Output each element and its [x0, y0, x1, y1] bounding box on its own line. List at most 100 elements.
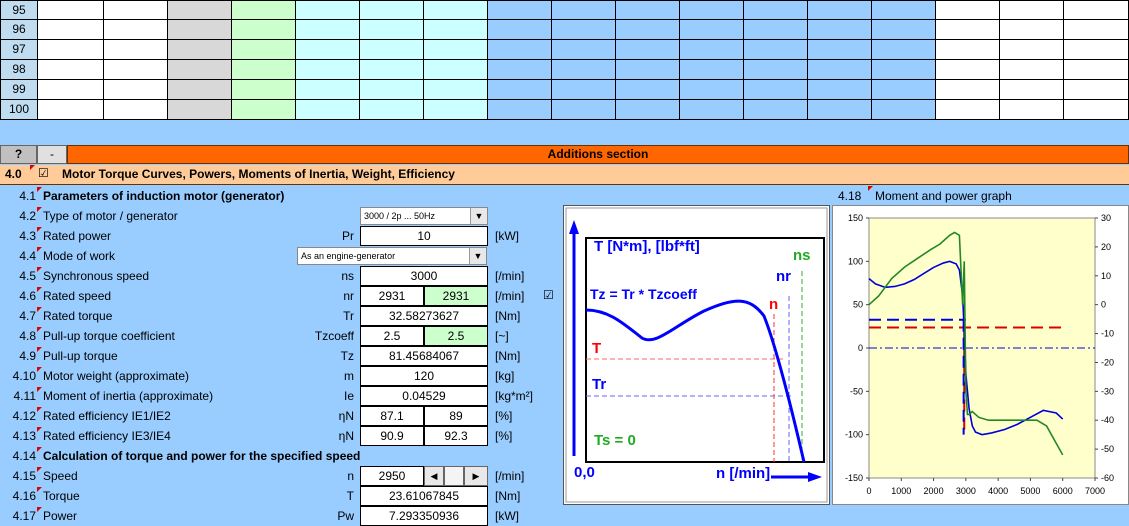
grid-cell[interactable]: [424, 80, 488, 100]
grid-cell[interactable]: [808, 40, 872, 60]
grid-cell[interactable]: [38, 40, 104, 60]
grid-cell[interactable]: [616, 60, 680, 80]
grid-cell[interactable]: [168, 100, 232, 120]
grid-cell[interactable]: [552, 60, 616, 80]
row-number[interactable]: 100: [0, 100, 38, 120]
grid-cell[interactable]: [936, 0, 1000, 20]
grid-cell[interactable]: [552, 0, 616, 20]
value-cell-secondary[interactable]: 2931: [424, 286, 488, 306]
grid-cell[interactable]: [1000, 60, 1064, 80]
grid-cell[interactable]: [1000, 40, 1064, 60]
spinner-right-button[interactable]: ▶: [464, 466, 488, 486]
grid-cell[interactable]: [936, 100, 1000, 120]
grid-cell[interactable]: [616, 40, 680, 60]
grid-cell[interactable]: [808, 0, 872, 20]
grid-cell[interactable]: [1064, 80, 1129, 100]
value-cell[interactable]: 2.5: [360, 326, 424, 346]
value-cell[interactable]: 90.9: [360, 426, 424, 446]
grid-cell[interactable]: [38, 80, 104, 100]
grid-cell[interactable]: [1064, 20, 1129, 40]
collapse-button[interactable]: -: [37, 145, 67, 164]
grid-cell[interactable]: [168, 20, 232, 40]
grid-cell[interactable]: [38, 20, 104, 40]
grid-cell[interactable]: [680, 20, 744, 40]
value-cell[interactable]: 87.1: [360, 406, 424, 426]
row-number[interactable]: 98: [0, 60, 38, 80]
value-cell[interactable]: 23.61067845: [360, 486, 488, 506]
grid-cell[interactable]: [104, 20, 168, 40]
select-mode[interactable]: As an engine-generator ▼: [297, 247, 487, 265]
grid-cell[interactable]: [616, 0, 680, 20]
rated-speed-checkbox[interactable]: ☑: [543, 288, 554, 302]
grid-cell[interactable]: [104, 100, 168, 120]
grid-cell[interactable]: [360, 0, 424, 20]
grid-cell[interactable]: [936, 20, 1000, 40]
row-number[interactable]: 96: [0, 20, 38, 40]
grid-cell[interactable]: [808, 60, 872, 80]
row-number[interactable]: 95: [0, 0, 38, 20]
value-cell[interactable]: 32.58273627: [360, 306, 488, 326]
grid-cell[interactable]: [296, 100, 360, 120]
grid-cell[interactable]: [872, 80, 936, 100]
grid-cell[interactable]: [1064, 60, 1129, 80]
grid-cell[interactable]: [872, 20, 936, 40]
grid-cell[interactable]: [616, 20, 680, 40]
grid-cell[interactable]: [104, 60, 168, 80]
grid-cell[interactable]: [872, 100, 936, 120]
value-cell[interactable]: 2950: [360, 466, 424, 486]
grid-cell[interactable]: [680, 80, 744, 100]
grid-cell[interactable]: [1064, 40, 1129, 60]
grid-cell[interactable]: [424, 100, 488, 120]
grid-cell[interactable]: [552, 20, 616, 40]
grid-cell[interactable]: [936, 40, 1000, 60]
grid-cell[interactable]: [872, 0, 936, 20]
grid-cell[interactable]: [488, 0, 552, 20]
grid-cell[interactable]: [744, 60, 808, 80]
grid-cell[interactable]: [488, 80, 552, 100]
grid-cell[interactable]: [680, 60, 744, 80]
grid-cell[interactable]: [296, 20, 360, 40]
grid-cell[interactable]: [424, 60, 488, 80]
grid-cell[interactable]: [1064, 0, 1129, 20]
grid-cell[interactable]: [680, 0, 744, 20]
grid-cell[interactable]: [296, 60, 360, 80]
spinner-thumb[interactable]: [444, 466, 464, 486]
grid-cell[interactable]: [808, 100, 872, 120]
grid-cell[interactable]: [296, 40, 360, 60]
value-cell-secondary[interactable]: 92.3: [424, 426, 488, 446]
grid-cell[interactable]: [1000, 0, 1064, 20]
grid-cell[interactable]: [38, 60, 104, 80]
value-cell-secondary[interactable]: 89: [424, 406, 488, 426]
grid-cell[interactable]: [552, 40, 616, 60]
grid-cell[interactable]: [1064, 100, 1129, 120]
grid-cell[interactable]: [616, 80, 680, 100]
value-cell[interactable]: 3000: [360, 266, 488, 286]
grid-cell[interactable]: [104, 80, 168, 100]
grid-cell[interactable]: [424, 20, 488, 40]
grid-cell[interactable]: [744, 100, 808, 120]
grid-cell[interactable]: [424, 0, 488, 20]
grid-cell[interactable]: [744, 40, 808, 60]
grid-cell[interactable]: [296, 0, 360, 20]
value-cell[interactable]: 2931: [360, 286, 424, 306]
grid-cell[interactable]: [488, 20, 552, 40]
grid-cell[interactable]: [232, 100, 296, 120]
grid-cell[interactable]: [552, 80, 616, 100]
grid-cell[interactable]: [616, 100, 680, 120]
row-number[interactable]: 97: [0, 40, 38, 60]
row-number[interactable]: 99: [0, 80, 38, 100]
grid-cell[interactable]: [360, 20, 424, 40]
grid-cell[interactable]: [680, 40, 744, 60]
grid-cell[interactable]: [38, 100, 104, 120]
grid-cell[interactable]: [808, 20, 872, 40]
grid-cell[interactable]: [872, 40, 936, 60]
grid-cell[interactable]: [296, 80, 360, 100]
grid-cell[interactable]: [936, 80, 1000, 100]
grid-cell[interactable]: [552, 100, 616, 120]
section-checkbox[interactable]: ☑: [38, 166, 49, 180]
value-cell[interactable]: 0.04529: [360, 386, 488, 406]
chevron-down-icon[interactable]: ▼: [469, 248, 486, 264]
grid-cell[interactable]: [232, 20, 296, 40]
grid-cell[interactable]: [808, 80, 872, 100]
grid-cell[interactable]: [744, 80, 808, 100]
